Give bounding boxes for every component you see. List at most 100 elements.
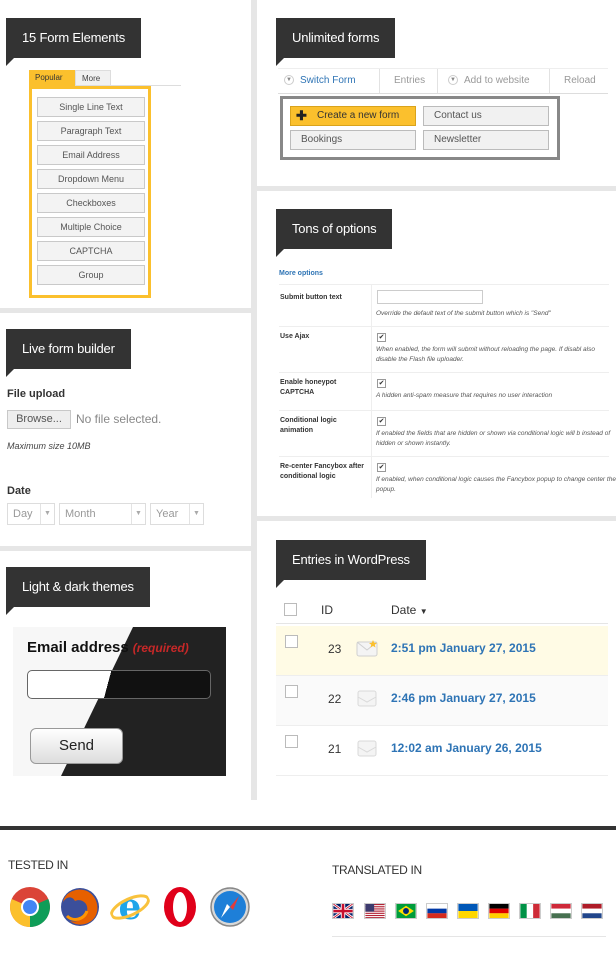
row-divider xyxy=(257,516,616,521)
chrome-icon xyxy=(10,887,50,927)
date-label: Date xyxy=(7,485,31,497)
russia-flag xyxy=(426,903,448,919)
column-separator xyxy=(371,457,372,498)
translated-underline xyxy=(332,936,606,937)
opera-icon xyxy=(164,887,196,927)
safari-icon xyxy=(210,887,250,927)
column-separator xyxy=(371,373,372,410)
forms-list: ✚ Create a new form Contact us Bookings N… xyxy=(280,96,560,160)
tab-more[interactable]: More xyxy=(75,70,111,86)
date-column-header[interactable]: Date ▼ xyxy=(391,603,428,617)
entry-date-link[interactable]: 2:46 pm January 27, 2015 xyxy=(391,691,536,705)
option-row: Submit button text Override the default … xyxy=(279,284,609,326)
entry-row[interactable]: 23 2:51 pm January 27, 2015 xyxy=(276,626,608,676)
create-new-form-button[interactable]: ✚ Create a new form xyxy=(290,106,416,126)
email-field[interactable] xyxy=(27,670,211,699)
panel-title: 15 Form Elements xyxy=(6,18,142,66)
id-column-header[interactable]: ID xyxy=(321,603,333,617)
option-label: Use Ajax xyxy=(280,333,310,340)
read-mail-icon xyxy=(357,690,377,707)
footer-divider xyxy=(0,826,616,830)
firefox-icon xyxy=(61,888,99,926)
row-divider xyxy=(0,546,251,551)
chevron-down-icon: ▼ xyxy=(284,75,294,86)
element-multiple-choice[interactable]: Multiple Choice xyxy=(37,217,145,237)
email-label: Email address (required) xyxy=(27,639,189,656)
panel-title: Tons of options xyxy=(276,209,393,257)
chevron-down-icon: ▼ xyxy=(131,504,145,524)
entry-checkbox[interactable] xyxy=(285,635,298,648)
entry-row[interactable]: 21 12:02 am January 26, 2015 xyxy=(276,726,608,776)
entries-button[interactable]: Entries xyxy=(380,69,438,93)
panel-title: Entries in WordPress xyxy=(276,540,426,588)
svg-text:e: e xyxy=(119,886,142,928)
required-marker: (required) xyxy=(132,641,189,655)
element-tabs: Popular More xyxy=(29,70,181,86)
more-options-link[interactable]: More options xyxy=(279,270,323,277)
switch-form-button[interactable]: ▼ Switch Form xyxy=(284,69,380,93)
element-email-address[interactable]: Email Address xyxy=(37,145,145,165)
month-select[interactable]: Month ▼ xyxy=(59,503,146,525)
chevron-down-icon: ▼ xyxy=(189,504,203,524)
option-row: Enable honeypot CAPTCHA ✔ A hidden anti-… xyxy=(279,372,609,410)
option-row: Conditional logic animation ✔ If enabled… xyxy=(279,410,610,456)
option-row: Use Ajax ✔ When enabled, the form will s… xyxy=(279,326,609,372)
entry-date-link[interactable]: 2:51 pm January 27, 2015 xyxy=(391,641,536,655)
file-status: No file selected. xyxy=(76,412,162,426)
conditional-animation-checkbox[interactable]: ✔ xyxy=(377,417,386,426)
tab-popular[interactable]: Popular xyxy=(29,70,75,86)
reload-button[interactable]: Reload xyxy=(550,69,608,93)
ie-icon: e xyxy=(110,886,150,928)
entry-row[interactable]: 22 2:46 pm January 27, 2015 xyxy=(276,676,608,726)
option-description: When enabled, the form will submit witho… xyxy=(376,346,595,363)
theme-demo: Email address (required) Send xyxy=(13,627,226,776)
panel-title: Light & dark themes xyxy=(6,567,150,615)
column-divider xyxy=(251,0,257,800)
column-separator xyxy=(371,285,372,326)
entry-id: 21 xyxy=(328,742,342,756)
ukraine-flag xyxy=(457,903,479,919)
max-size-note: Maximum size 10MB xyxy=(7,441,91,451)
entry-checkbox[interactable] xyxy=(285,735,298,748)
element-single-line-text[interactable]: Single Line Text xyxy=(37,97,145,117)
translated-in-label: TRANSLATED IN xyxy=(332,863,422,877)
option-description: Override the default text of the submit … xyxy=(376,310,551,317)
element-group[interactable]: Group xyxy=(37,265,145,285)
element-captcha[interactable]: CAPTCHA xyxy=(37,241,145,261)
send-button[interactable]: Send xyxy=(30,728,123,764)
element-list: Single Line Text Paragraph Text Email Ad… xyxy=(29,86,151,298)
option-label: Submit button text xyxy=(280,294,342,301)
option-label: Re-center Fancybox after conditional log… xyxy=(280,463,365,480)
recenter-fancybox-checkbox[interactable]: ✔ xyxy=(377,463,386,472)
honeypot-checkbox[interactable]: ✔ xyxy=(377,379,386,388)
element-dropdown-menu[interactable]: Dropdown Menu xyxy=(37,169,145,189)
select-all-checkbox[interactable] xyxy=(284,603,297,616)
option-row: Re-center Fancybox after conditional log… xyxy=(279,456,616,498)
option-description: If enabled, when conditional logic cause… xyxy=(376,476,616,493)
entry-id: 23 xyxy=(328,642,342,656)
add-to-website-button[interactable]: ▼ Add to website xyxy=(438,69,550,93)
form-bookings[interactable]: Bookings xyxy=(290,130,416,150)
form-newsletter[interactable]: Newsletter xyxy=(423,130,549,150)
entry-checkbox[interactable] xyxy=(285,685,298,698)
forms-toolbar: ▼ Switch Form Entries ▼ Add to website Rel… xyxy=(278,68,608,94)
entry-date-link[interactable]: 12:02 am January 26, 2015 xyxy=(391,741,542,755)
panel-title: Live form builder xyxy=(6,329,131,377)
unread-mail-icon xyxy=(356,640,378,657)
option-label: Conditional logic animation xyxy=(280,417,337,434)
submit-text-input[interactable] xyxy=(377,290,483,304)
browse-button[interactable]: Browse... xyxy=(7,410,71,429)
option-label: Enable honeypot CAPTCHA xyxy=(280,379,337,396)
ajax-checkbox[interactable]: ✔ xyxy=(377,333,386,342)
element-checkboxes[interactable]: Checkboxes xyxy=(37,193,145,213)
element-paragraph-text[interactable]: Paragraph Text xyxy=(37,121,145,141)
day-select[interactable]: Day ▼ xyxy=(7,503,55,525)
row-divider xyxy=(0,308,251,313)
option-description: A hidden anti-spam measure that requires… xyxy=(376,392,553,399)
column-separator xyxy=(371,411,372,456)
chevron-down-icon: ▼ xyxy=(448,75,458,86)
year-select[interactable]: Year ▼ xyxy=(150,503,204,525)
form-contact-us[interactable]: Contact us xyxy=(423,106,549,126)
tested-in-label: TESTED IN xyxy=(8,858,68,872)
germany-flag xyxy=(488,903,510,919)
